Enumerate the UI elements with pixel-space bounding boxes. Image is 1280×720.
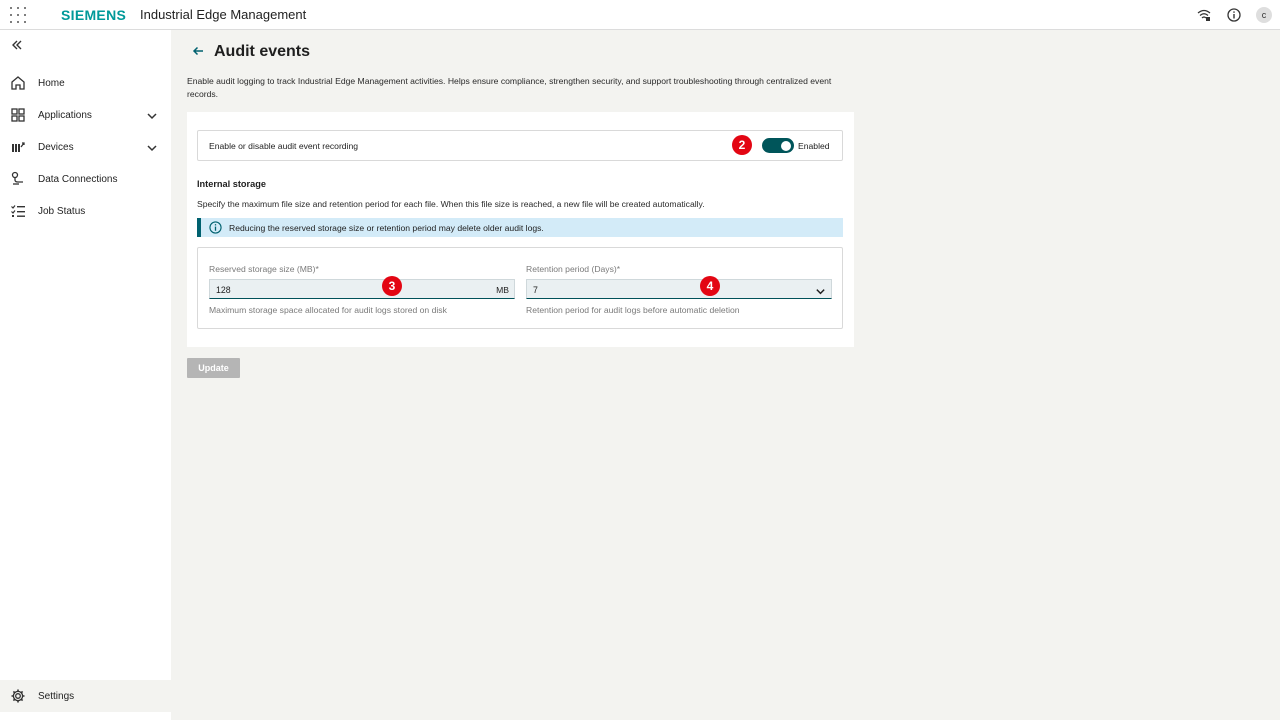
data-connections-icon: [10, 171, 26, 187]
toggle-state-label: Enabled: [798, 141, 830, 151]
job-status-icon: [10, 203, 26, 219]
marker-badge: 3: [382, 276, 402, 296]
sidebar-item-label: Applications: [38, 109, 92, 121]
toggle-knob: [781, 140, 791, 151]
sidebar-item-devices[interactable]: Devices: [0, 131, 171, 163]
sidebar-item-label: Home: [38, 77, 65, 89]
field-label: Reserved storage size (MB)*: [209, 264, 319, 274]
sidebar-item-label: Job Status: [38, 205, 86, 217]
sidebar-item-settings[interactable]: Settings: [0, 680, 171, 712]
storage-fields-box: Reserved storage size (MB)* 128 MB Maxim…: [197, 247, 843, 329]
info-icon[interactable]: [1224, 5, 1244, 25]
collapse-sidebar-icon[interactable]: [10, 38, 26, 54]
recording-toggle-label: Enable or disable audit event recording: [209, 141, 359, 151]
page-description: Enable audit logging to track Industrial…: [187, 76, 832, 99]
audit-settings-card: Enable or disable audit event recording …: [187, 112, 854, 347]
reserved-size-input[interactable]: 128 MB: [209, 279, 515, 299]
recording-toggle-switch[interactable]: [762, 138, 794, 153]
info-icon: [209, 221, 222, 234]
input-value: 128: [216, 285, 231, 295]
top-bar: SIEMENS Industrial Edge Management c: [0, 0, 1280, 30]
chevron-down-icon[interactable]: [146, 141, 158, 153]
sidebar: Home Applications Devices Data Connectio…: [0, 30, 171, 720]
apps-grid-icon[interactable]: [8, 5, 28, 25]
recording-toggle-row: Enable or disable audit event recording …: [197, 130, 843, 161]
sidebar-item-home[interactable]: Home: [0, 67, 171, 99]
app-title: Industrial Edge Management: [140, 7, 307, 22]
marker-badge: 2: [732, 135, 752, 155]
retention-period-select[interactable]: 7: [526, 279, 832, 299]
field-label: Retention period (Days)*: [526, 264, 621, 274]
sidebar-item-label: Devices: [38, 141, 74, 153]
devices-icon: [10, 139, 26, 155]
field-help-text: Retention period for audit logs before a…: [526, 305, 740, 315]
marker-badge: 4: [700, 276, 720, 296]
field-help-text: Maximum storage space allocated for audi…: [209, 305, 447, 315]
gear-icon: [10, 688, 26, 704]
sidebar-item-job-status[interactable]: Job Status: [0, 195, 171, 227]
retention-period-field: Retention period (Days)* 7 Retention per…: [526, 264, 832, 315]
alert-text: Reducing the reserved storage size or re…: [229, 223, 544, 233]
section-title: Internal storage: [197, 179, 266, 189]
sidebar-item-label: Data Connections: [38, 173, 118, 185]
warning-alert: Reducing the reserved storage size or re…: [197, 218, 843, 237]
avatar: c: [1256, 7, 1272, 23]
back-arrow-icon[interactable]: [191, 44, 205, 58]
reserved-size-field: Reserved storage size (MB)* 128 MB Maxim…: [209, 264, 515, 315]
main-content: Audit events Enable audit logging to tra…: [171, 30, 1280, 720]
brand-logo: SIEMENS: [61, 7, 127, 23]
page-title: Audit events: [214, 43, 311, 60]
home-icon: [10, 75, 26, 91]
chevron-down-icon: [815, 284, 826, 295]
network-icon[interactable]: [1194, 5, 1214, 25]
sidebar-item-applications[interactable]: Applications: [0, 99, 171, 131]
update-button[interactable]: Update: [187, 358, 240, 378]
user-avatar-button[interactable]: c: [1254, 5, 1274, 25]
select-value: 7: [533, 285, 538, 295]
sidebar-item-label: Settings: [38, 690, 75, 702]
sidebar-item-data-connections[interactable]: Data Connections: [0, 163, 171, 195]
chevron-down-icon[interactable]: [146, 109, 158, 121]
section-description: Specify the maximum file size and retent…: [197, 199, 705, 209]
applications-icon: [10, 107, 26, 123]
unit-label: MB: [496, 285, 509, 295]
